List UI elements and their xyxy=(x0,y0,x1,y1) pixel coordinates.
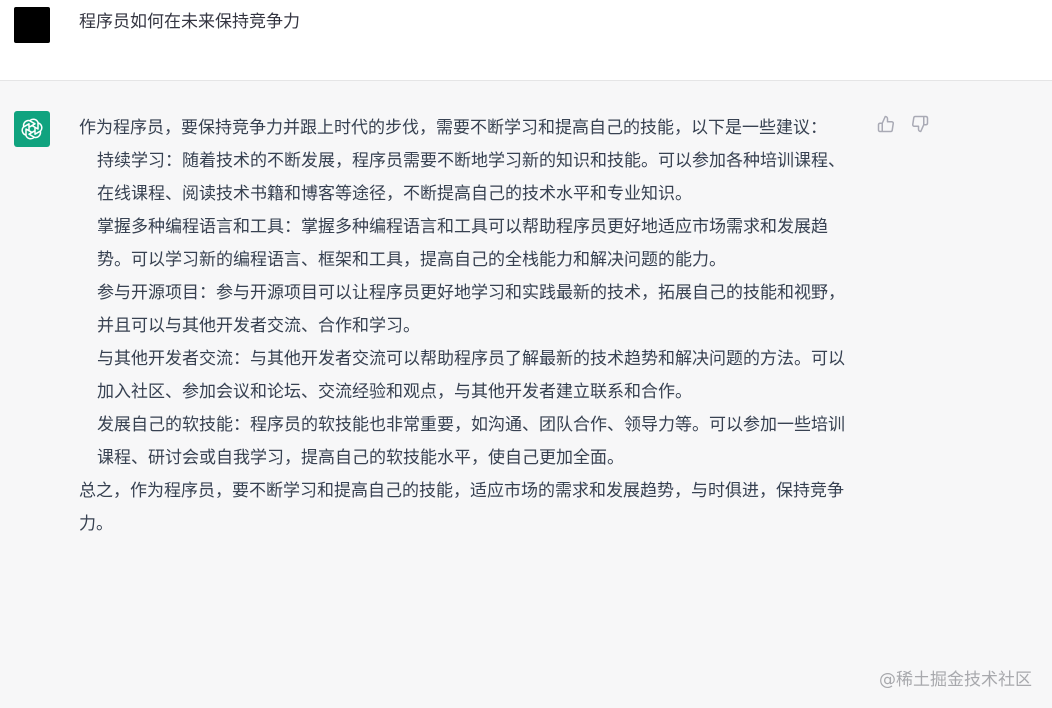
user-message-text: 程序员如何在未来保持竞争力 xyxy=(79,12,300,32)
user-message-row: 程序员如何在未来保持竞争力 xyxy=(0,0,1052,81)
user-avatar xyxy=(14,7,50,43)
suggestion-item: 持续学习：随着技术的不断发展，程序员需要不断地学习新的知识和技能。可以参加各种培… xyxy=(97,151,845,204)
thumbs-down-icon xyxy=(912,115,929,133)
watermark: @稀土掘金技术社区 xyxy=(879,670,1032,690)
thumbs-up-icon xyxy=(877,115,894,133)
assistant-message-row: 作为程序员，要保持竞争力并跟上时代的步伐，需要不断学习和提高自己的技能，以下是一… xyxy=(0,81,1052,708)
thumbs-down-button[interactable] xyxy=(910,114,930,134)
openai-logo-icon xyxy=(21,118,43,140)
suggestion-item: 发展自己的软技能：程序员的软技能也非常重要，如沟通、团队合作、领导力等。可以参加… xyxy=(97,415,845,468)
answer-intro: 作为程序员，要保持竞争力并跟上时代的步伐，需要不断学习和提高自己的技能，以下是一… xyxy=(79,118,827,138)
suggestion-item: 与其他开发者交流：与其他开发者交流可以帮助程序员了解最新的技术趋势和解决问题的方… xyxy=(97,349,845,402)
assistant-avatar xyxy=(14,111,50,147)
suggestion-item: 参与开源项目：参与开源项目可以让程序员更好地学习和实践最新的技术，拓展自己的技能… xyxy=(97,283,845,336)
suggestion-item: 掌握多种编程语言和工具：掌握多种编程语言和工具可以帮助程序员更好地适应市场需求和… xyxy=(97,217,828,270)
feedback-buttons xyxy=(876,114,930,134)
answer-conclusion: 总之，作为程序员，要不断学习和提高自己的技能，适应市场的需求和发展趋势，与时俱进… xyxy=(79,481,844,534)
thumbs-up-button[interactable] xyxy=(876,114,896,134)
assistant-message-text: 作为程序员，要保持竞争力并跟上时代的步伐，需要不断学习和提高自己的技能，以下是一… xyxy=(79,112,854,541)
suggestion-list: 持续学习：随着技术的不断发展，程序员需要不断地学习新的知识和技能。可以参加各种培… xyxy=(79,145,854,475)
